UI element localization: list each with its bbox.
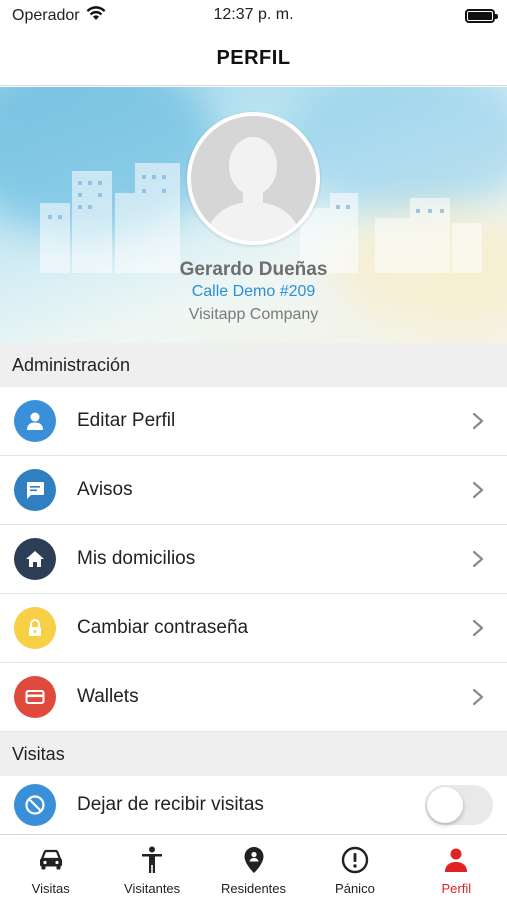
status-bar: Operador 12:37 p. m. (0, 0, 507, 32)
profile-address[interactable]: Calle Demo #209 (0, 283, 507, 301)
person-silhouette-icon (191, 116, 316, 241)
status-time: 12:37 p. m. (213, 6, 294, 23)
chevron-right-icon (472, 550, 484, 568)
car-icon (36, 845, 66, 875)
menu-item-wallets[interactable]: Wallets (0, 663, 507, 732)
menu-item-label: Editar Perfil (77, 410, 176, 431)
tab-label: Visitantes (124, 881, 181, 896)
chevron-right-icon (472, 619, 484, 637)
profile-header: Gerardo Dueñas Calle Demo #209 Visitapp … (0, 87, 507, 343)
tab-label: Visitas (31, 881, 70, 896)
alert-icon (340, 845, 370, 875)
block-icon (14, 784, 56, 826)
tab-residentes[interactable]: Residentes (203, 835, 304, 900)
lock-icon (14, 607, 56, 649)
message-icon (14, 469, 56, 511)
person-icon (441, 845, 471, 875)
person-icon (14, 400, 56, 442)
section-header-visitas: Visitas (0, 732, 507, 776)
menu-item-editar-perfil[interactable]: Editar Perfil (0, 387, 507, 456)
menu-item-label: Avisos (77, 479, 133, 500)
tab-perfil[interactable]: Perfil (406, 835, 507, 900)
section-title: Visitas (12, 743, 65, 764)
menu-item-avisos[interactable]: Avisos (0, 456, 507, 525)
section-title: Administración (12, 354, 131, 375)
battery-icon (465, 9, 498, 23)
section-header-administracion: Administración (0, 343, 507, 387)
menu-item-label: Wallets (77, 686, 139, 707)
navigation-bar: PERFIL (0, 32, 507, 86)
tab-bar: Visitas Visitantes Residentes Pánico Per… (0, 834, 507, 900)
tab-panico[interactable]: Pánico (304, 835, 405, 900)
tab-label: Perfil (441, 881, 472, 896)
person-standing-icon (137, 845, 167, 875)
menu-item-cambiar-contrasena[interactable]: Cambiar contraseña (0, 594, 507, 663)
page-title: PERFIL (216, 47, 291, 69)
chevron-right-icon (472, 412, 484, 430)
tab-visitantes[interactable]: Visitantes (101, 835, 202, 900)
card-icon (14, 676, 56, 718)
profile-name: Gerardo Dueñas (179, 259, 328, 280)
menu-item-dejar-de-recibir-visitas: Dejar de recibir visitas (0, 776, 507, 834)
avatar[interactable] (187, 112, 320, 245)
chevron-right-icon (472, 481, 484, 499)
menu-item-mis-domicilios[interactable]: Mis domicilios (0, 525, 507, 594)
home-icon (14, 538, 56, 580)
menu-item-label: Cambiar contraseña (77, 617, 249, 638)
location-pin-icon (239, 845, 269, 875)
tab-label: Pánico (335, 881, 375, 896)
profile-company: Visitapp Company (188, 306, 319, 323)
tab-visitas[interactable]: Visitas (0, 835, 101, 900)
chevron-right-icon (472, 688, 484, 706)
menu-item-label: Dejar de recibir visitas (77, 794, 264, 815)
receive-visits-toggle[interactable] (425, 785, 493, 825)
toggle-knob (427, 787, 463, 823)
menu-item-label: Mis domicilios (77, 548, 196, 569)
tab-label: Residentes (220, 881, 287, 896)
